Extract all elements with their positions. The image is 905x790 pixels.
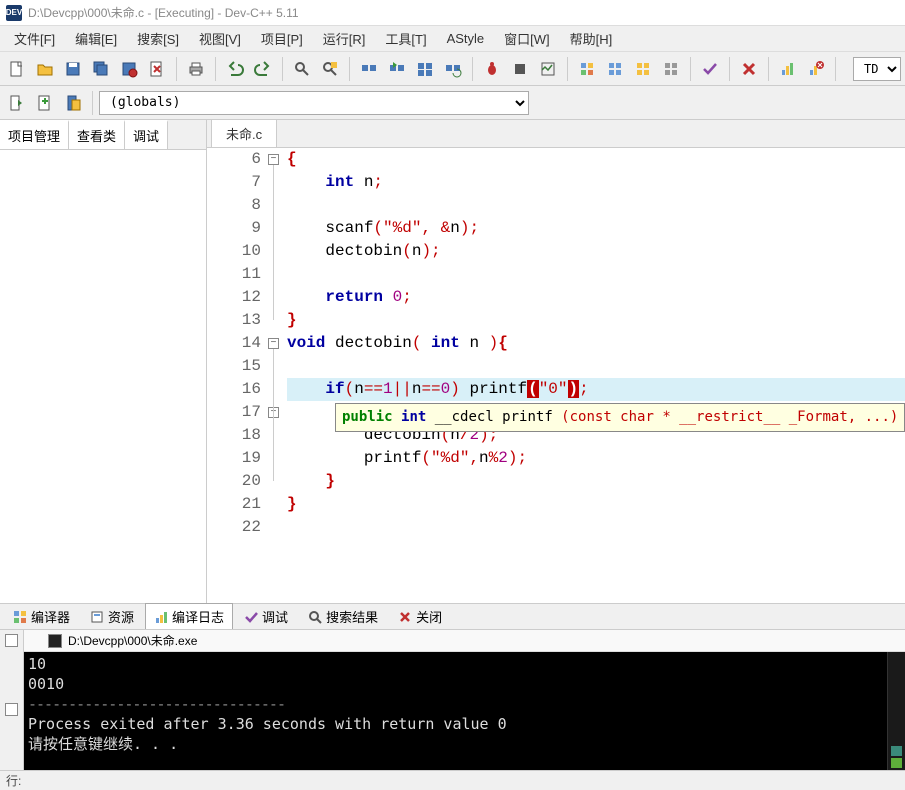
console-app-icon: [48, 634, 62, 648]
menu-item[interactable]: 视图[V]: [189, 26, 251, 51]
check-icon[interactable]: [697, 56, 723, 82]
print-icon[interactable]: [183, 56, 209, 82]
main-area: 项目管理查看类调试 未命.c 6789101112131415161718192…: [0, 120, 905, 603]
code-editor[interactable]: 678910111213141516171819202122 −−− { int…: [207, 148, 905, 603]
separator: [729, 57, 730, 81]
delete-icon[interactable]: [736, 56, 762, 82]
code-text[interactable]: { int n; scanf("%d", &n); dectobin(n); r…: [283, 148, 905, 603]
sidebar-tabs: 项目管理查看类调试: [0, 120, 206, 150]
console-gutter: [0, 630, 24, 770]
undo-icon[interactable]: [222, 56, 248, 82]
compile-run-icon[interactable]: [412, 56, 438, 82]
stop-icon[interactable]: [507, 56, 533, 82]
menu-item[interactable]: AStyle: [437, 28, 495, 49]
menu-item[interactable]: 工具[T]: [375, 26, 436, 51]
console-scrollbar[interactable]: [887, 652, 905, 770]
profile-icon[interactable]: [535, 56, 561, 82]
chart-delete-icon[interactable]: [803, 56, 829, 82]
grid2-icon[interactable]: [602, 56, 628, 82]
console-title: D:\Devcpp\000\未命.exe: [68, 632, 197, 649]
separator: [92, 91, 93, 115]
run-icon[interactable]: [384, 56, 410, 82]
sidebar-tab[interactable]: 调试: [125, 120, 168, 149]
sidebar-tab[interactable]: 项目管理: [0, 120, 69, 149]
bottom-tab[interactable]: 搜索结果: [299, 603, 387, 630]
bottom-tab[interactable]: 调试: [235, 603, 297, 630]
separator: [835, 57, 836, 81]
menu-item[interactable]: 编辑[E]: [65, 26, 127, 51]
separator: [472, 57, 473, 81]
bottom-tab[interactable]: 编译日志: [145, 603, 233, 630]
chart-icon[interactable]: [775, 56, 801, 82]
bottom-tab[interactable]: 资源: [81, 603, 143, 630]
fold-toggle-icon[interactable]: −: [268, 154, 279, 165]
secondary-toolbar: (globals): [0, 86, 905, 120]
fold-toggle-icon[interactable]: −: [268, 338, 279, 349]
checkbox-icon[interactable]: [5, 703, 18, 716]
rebuild-icon[interactable]: [440, 56, 466, 82]
separator: [349, 57, 350, 81]
window-title: D:\Devcpp\000\未命.c - [Executing] - Dev-C…: [28, 4, 299, 21]
sidebar: 项目管理查看类调试: [0, 120, 207, 603]
console-panel: D:\Devcpp\000\未命.exe 100010-------------…: [0, 629, 905, 770]
menu-bar: 文件[F]编辑[E]搜索[S]视图[V]项目[P]运行[R]工具[T]AStyl…: [0, 26, 905, 52]
console-output[interactable]: 100010--------------------------------Pr…: [24, 652, 887, 770]
grid4-icon[interactable]: [658, 56, 684, 82]
save-as-icon[interactable]: [116, 56, 142, 82]
scope-combo[interactable]: (globals): [99, 91, 901, 115]
file-tab[interactable]: 未命.c: [211, 119, 277, 147]
close-icon[interactable]: [144, 56, 170, 82]
menu-item[interactable]: 运行[R]: [313, 26, 376, 51]
open-icon[interactable]: [32, 56, 58, 82]
bookmark-add-icon[interactable]: [32, 90, 58, 116]
menu-item[interactable]: 窗口[W]: [494, 26, 560, 51]
status-line-label: 行:: [6, 772, 21, 789]
line-gutter: 678910111213141516171819202122: [207, 148, 267, 603]
bottom-tab[interactable]: 编译器: [4, 603, 79, 630]
menu-item[interactable]: 项目[P]: [251, 26, 313, 51]
bookmark-toggle-icon[interactable]: [60, 90, 86, 116]
save-icon[interactable]: [60, 56, 86, 82]
console-title-bar: D:\Devcpp\000\未命.exe: [24, 630, 905, 652]
title-bar: DEV D:\Devcpp\000\未命.c - [Executing] - D…: [0, 0, 905, 26]
status-bar: 行:: [0, 770, 905, 790]
find-icon[interactable]: [289, 56, 315, 82]
menu-item[interactable]: 帮助[H]: [560, 26, 623, 51]
debug-icon[interactable]: [479, 56, 505, 82]
separator: [690, 57, 691, 81]
fold-column: −−−: [267, 148, 283, 603]
compiler-combo[interactable]: TDM-G: [853, 57, 901, 81]
signature-tooltip: public int __cdecl printf (const char * …: [335, 403, 905, 432]
separator: [176, 57, 177, 81]
save-all-icon[interactable]: [88, 56, 114, 82]
grid3-icon[interactable]: [630, 56, 656, 82]
sidebar-tab[interactable]: 查看类: [69, 120, 125, 149]
bottom-tabs: 编译器资源编译日志调试搜索结果关闭: [0, 603, 905, 629]
menu-item[interactable]: 搜索[S]: [127, 26, 189, 51]
editor-area: 未命.c 678910111213141516171819202122 −−− …: [207, 120, 905, 603]
checkbox-icon[interactable]: [5, 634, 18, 647]
app-icon: DEV: [6, 5, 22, 21]
separator: [215, 57, 216, 81]
separator: [567, 57, 568, 81]
new-file-icon[interactable]: [4, 56, 30, 82]
grid1-icon[interactable]: [574, 56, 600, 82]
file-tabs: 未命.c: [207, 120, 905, 148]
replace-icon[interactable]: [317, 56, 343, 82]
separator: [282, 57, 283, 81]
redo-icon[interactable]: [250, 56, 276, 82]
goto-icon[interactable]: [4, 90, 30, 116]
sidebar-body[interactable]: [0, 150, 206, 603]
main-toolbar: TDM-G: [0, 52, 905, 86]
menu-item[interactable]: 文件[F]: [4, 26, 65, 51]
bottom-tab[interactable]: 关闭: [389, 603, 451, 630]
separator: [768, 57, 769, 81]
compile-icon[interactable]: [356, 56, 382, 82]
